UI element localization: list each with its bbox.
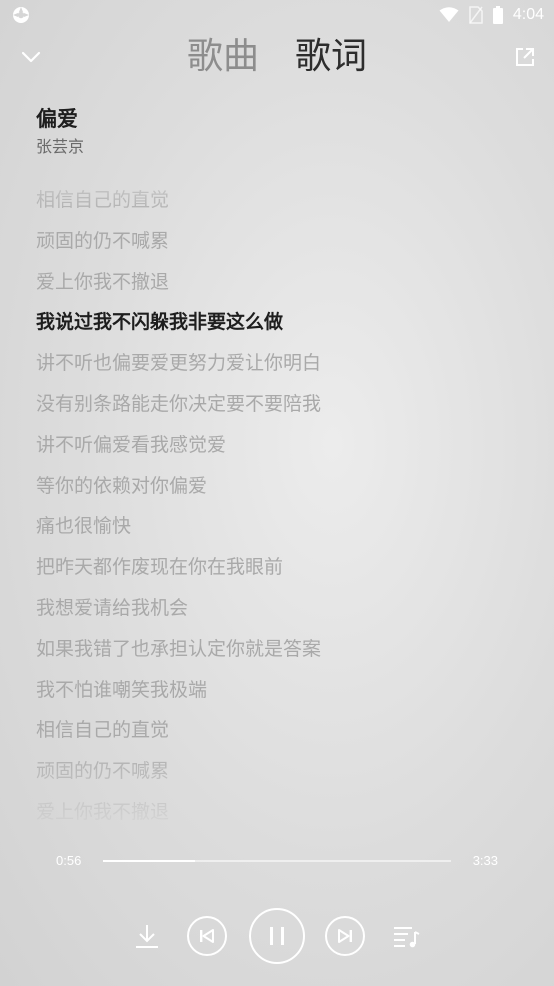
pause-icon xyxy=(270,927,284,945)
lyric-line: 爱上你我不撤退 xyxy=(36,800,170,820)
lyric-line: 讲不听也偏要爱更努力爱让你明白 xyxy=(36,352,322,375)
progress-bar[interactable] xyxy=(103,860,451,862)
next-icon xyxy=(338,929,352,943)
status-bar: 4:04 xyxy=(0,0,554,30)
previous-button[interactable] xyxy=(187,916,227,956)
song-artist: 张芸京 xyxy=(36,137,85,156)
wifi-icon xyxy=(439,7,459,22)
lyric-line: 相信自己的直觉 xyxy=(36,719,170,742)
pause-button[interactable] xyxy=(249,908,305,964)
time-elapsed: 0:56 xyxy=(56,853,82,868)
lyrics-panel[interactable]: 相信自己的直觉 顽固的仍不喊累 爱上你我不撤退 我说过我不闪躲我非要这么做 讲不… xyxy=(36,180,516,820)
playback-controls xyxy=(0,906,554,966)
download-icon xyxy=(136,925,158,948)
time-total: 3:33 xyxy=(472,853,498,868)
share-icon xyxy=(516,48,534,66)
lyric-line: 没有别条路能走你决定要不要陪我 xyxy=(36,392,322,415)
lyric-line: 我不怕谁嘲笑我极端 xyxy=(36,678,208,701)
battery-icon xyxy=(492,6,503,24)
lyric-line: 我想爱请给我机会 xyxy=(36,596,189,619)
next-button[interactable] xyxy=(325,916,365,956)
previous-icon xyxy=(200,929,214,943)
download-button[interactable] xyxy=(131,920,163,952)
lyric-line: 顽固的仍不喊累 xyxy=(36,229,170,252)
song-title: 偏爱 xyxy=(36,107,78,131)
playlist-icon xyxy=(394,927,420,948)
no-sim-icon xyxy=(469,6,483,24)
lyric-line: 相信自己的直觉 xyxy=(36,189,170,211)
tab-lyrics[interactable]: 歌词 xyxy=(295,32,367,82)
lyric-line: 爱上你我不撤退 xyxy=(36,270,170,293)
status-time: 4:04 xyxy=(512,6,544,23)
lyric-line: 把昨天都作废现在你在我眼前 xyxy=(36,556,284,579)
app-icon xyxy=(13,7,29,23)
tab-bar: 歌曲 歌词 xyxy=(0,32,554,82)
lyric-line: 等你的依赖对你偏爱 xyxy=(36,474,208,497)
progress-area: 0:56 3:33 xyxy=(0,846,554,876)
tab-song[interactable]: 歌曲 xyxy=(187,32,259,82)
playlist-button[interactable] xyxy=(390,920,422,952)
header: 歌曲 歌词 xyxy=(0,30,554,88)
lyric-line-current: 我说过我不闪躲我非要这么做 xyxy=(36,311,284,334)
share-button[interactable] xyxy=(512,44,538,70)
lyric-line: 讲不听偏爱看我感觉爱 xyxy=(36,433,227,456)
lyric-line: 顽固的仍不喊累 xyxy=(36,760,170,783)
lyric-line: 痛也很愉快 xyxy=(36,515,132,538)
progress-fill xyxy=(103,860,196,862)
lyric-line: 如果我错了也承担认定你就是答案 xyxy=(36,637,322,660)
